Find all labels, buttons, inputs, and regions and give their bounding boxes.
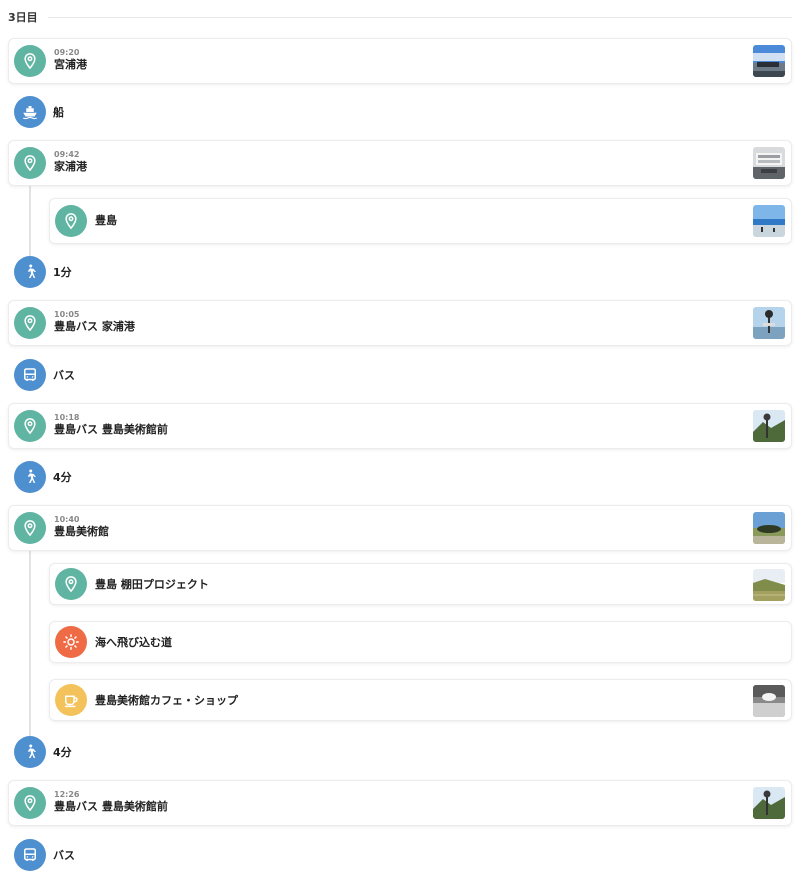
itinerary-stop-card[interactable]: 09:42 家浦港: [8, 140, 792, 186]
transport-segment[interactable]: 船: [14, 96, 64, 128]
map-pin-icon: [14, 307, 46, 339]
map-pin-icon: [14, 410, 46, 442]
bus-icon: [14, 359, 46, 391]
map-pin-icon: [14, 147, 46, 179]
itinerary-sub-stop-card[interactable]: 豊島 棚田プロジェクト: [49, 563, 792, 605]
transport-label: バス: [53, 849, 75, 862]
transport-label: 1分: [53, 266, 72, 279]
itinerary-stop-card[interactable]: 09:20 宮浦港: [8, 38, 792, 84]
itinerary-stop-card[interactable]: 10:05 豊島バス 家浦港: [8, 300, 792, 346]
transport-label: 4分: [53, 471, 72, 484]
itinerary-sub-stop-card[interactable]: 海へ飛び込む道: [49, 621, 792, 663]
stop-name: 豊島バス 豊島美術館前: [54, 423, 168, 436]
coffee-cup-icon: [55, 684, 87, 716]
stop-thumbnail[interactable]: [753, 512, 785, 544]
stop-name: 豊島バス 家浦港: [54, 320, 135, 333]
stop-name: 豊島バス 豊島美術館前: [54, 800, 168, 813]
stop-thumbnail[interactable]: [753, 685, 785, 717]
walking-person-icon: [14, 736, 46, 768]
ship-icon: [14, 96, 46, 128]
stop-time: 10:40: [54, 515, 80, 524]
transport-label: 船: [53, 106, 64, 119]
stop-time: 10:18: [54, 413, 80, 422]
map-pin-icon: [55, 568, 87, 600]
stop-time: 09:42: [54, 150, 80, 159]
transport-label: バス: [53, 369, 75, 382]
stop-time: 09:20: [54, 48, 80, 57]
bus-icon: [14, 839, 46, 871]
transport-segment[interactable]: 1分: [14, 256, 72, 288]
itinerary-sub-stop-card[interactable]: 豊島美術館カフェ・ショップ: [49, 679, 792, 721]
itinerary-stop-card[interactable]: 12:26 豊島バス 豊島美術館前: [8, 780, 792, 826]
walking-person-icon: [14, 256, 46, 288]
stop-name: 海へ飛び込む道: [95, 636, 172, 649]
day-divider: [47, 16, 792, 18]
map-pin-icon: [14, 787, 46, 819]
stop-name: 豊島 棚田プロジェクト: [95, 578, 209, 591]
stop-name: 豊島美術館カフェ・ショップ: [95, 694, 238, 707]
day-header: 3日目: [8, 8, 792, 26]
stop-thumbnail[interactable]: [753, 410, 785, 442]
stop-time: 12:26: [54, 790, 80, 799]
stop-thumbnail[interactable]: [753, 147, 785, 179]
transport-segment[interactable]: バス: [14, 359, 75, 391]
stop-thumbnail[interactable]: [753, 787, 785, 819]
transport-label: 4分: [53, 746, 72, 759]
map-pin-icon: [55, 205, 87, 237]
stop-name: 家浦港: [54, 160, 87, 173]
transport-segment[interactable]: バス: [14, 839, 75, 871]
map-pin-icon: [14, 512, 46, 544]
sun-icon: [55, 626, 87, 658]
transport-segment[interactable]: 4分: [14, 736, 72, 768]
itinerary-sub-stop-card[interactable]: 豊島: [49, 198, 792, 244]
stop-thumbnail[interactable]: [753, 307, 785, 339]
walking-person-icon: [14, 461, 46, 493]
timeline-rail: [29, 545, 31, 740]
map-pin-icon: [14, 45, 46, 77]
itinerary-stop-card[interactable]: 10:40 豊島美術館: [8, 505, 792, 551]
stop-name: 豊島: [95, 214, 117, 227]
stop-thumbnail[interactable]: [753, 205, 785, 237]
day-title: 3日目: [8, 11, 38, 24]
transport-segment[interactable]: 4分: [14, 461, 72, 493]
stop-time: 10:05: [54, 310, 80, 319]
stop-thumbnail[interactable]: [753, 45, 785, 77]
itinerary-stop-card[interactable]: 10:18 豊島バス 豊島美術館前: [8, 403, 792, 449]
stop-name: 豊島美術館: [54, 525, 109, 538]
stop-thumbnail[interactable]: [753, 569, 785, 601]
timeline-rail: [29, 180, 31, 260]
stop-name: 宮浦港: [54, 58, 87, 71]
